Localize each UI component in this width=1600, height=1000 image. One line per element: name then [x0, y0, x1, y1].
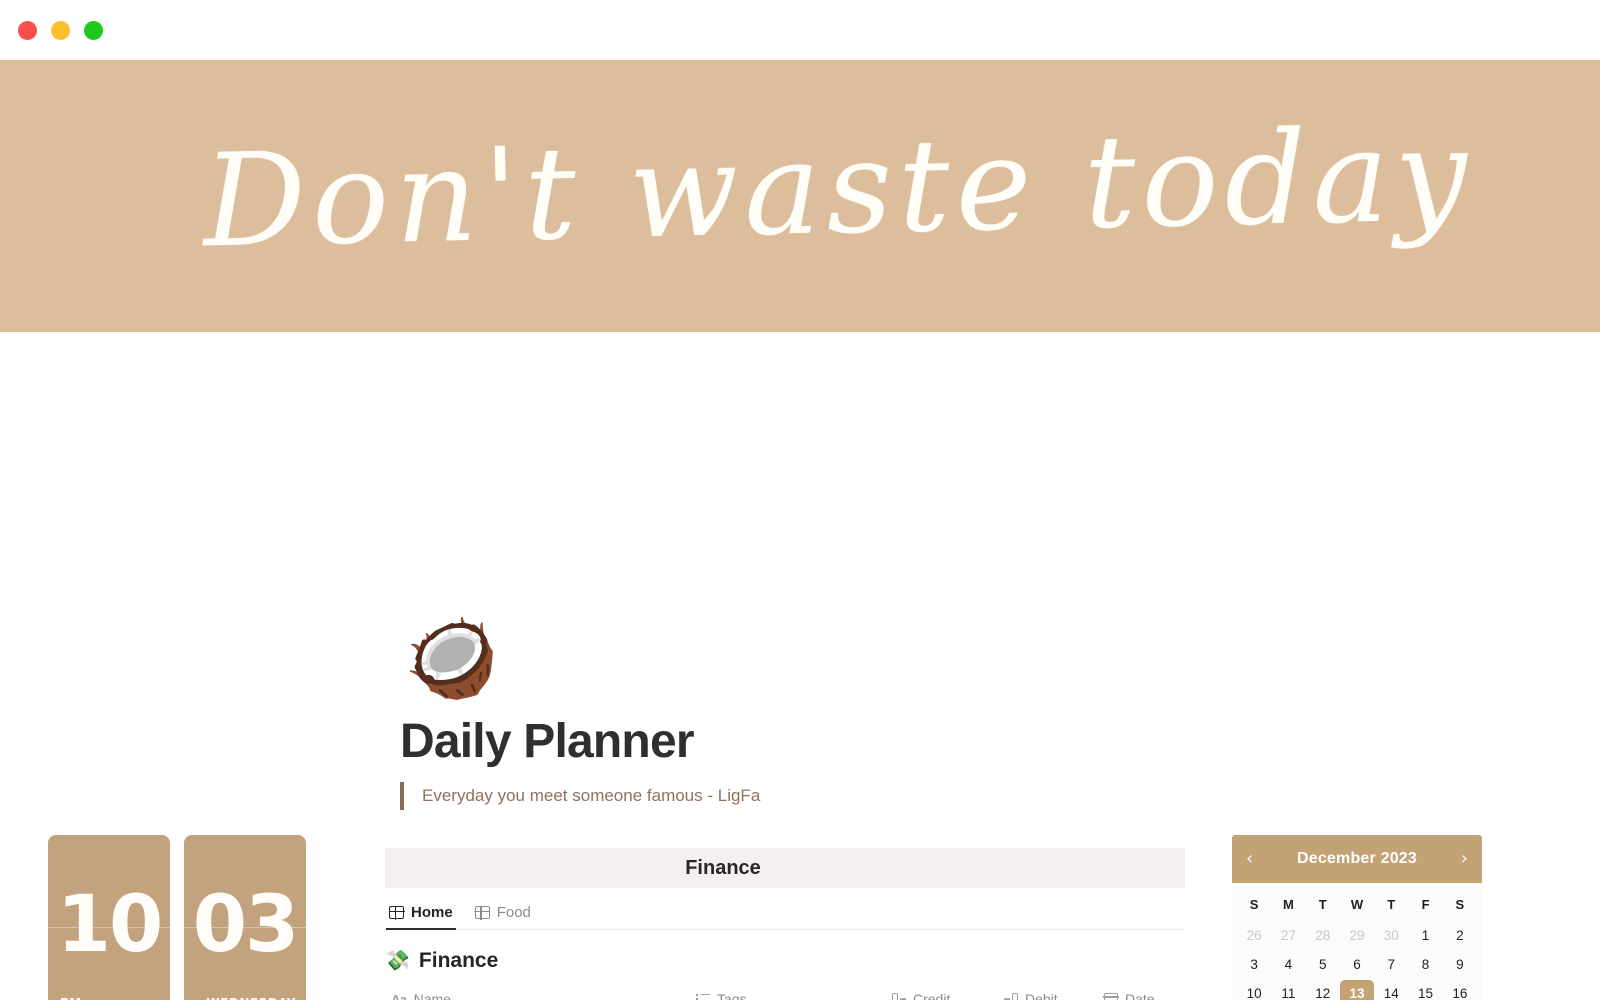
finance-table: Aa Name Tags Credit Debit Date [385, 985, 1186, 1000]
column-header-name-label: Name [413, 991, 451, 1000]
calendar-prev-month-button[interactable]: ‹ [1246, 850, 1253, 868]
column-header-debit[interactable]: Debit [998, 985, 1098, 1000]
minimize-window-button[interactable] [51, 20, 70, 40]
quote-text: Everyday you meet someone famous - LigFa [422, 786, 761, 805]
right-column: ‹ December 2023 › S M T W T F S 26 27 28… [1232, 835, 1520, 1000]
column-header-name[interactable]: Aa Name [385, 985, 690, 1000]
calendar-day[interactable]: 27 [1271, 922, 1305, 949]
calendar-day[interactable]: 5 [1306, 951, 1340, 978]
quote-callout: Everyday you meet someone famous - LigFa [400, 782, 760, 810]
tab-home-label: Home [411, 904, 453, 921]
calendar-day[interactable]: 30 [1374, 922, 1408, 949]
tab-home[interactable]: Home [386, 904, 456, 930]
table-grid-icon [474, 905, 491, 920]
zoom-window-button[interactable] [84, 20, 103, 40]
finance-section-band: Finance [385, 848, 1185, 888]
quote-bar [400, 782, 404, 810]
flip-clock-widget: 10 PM 03 WEDNESDAY [48, 835, 336, 1000]
date-property-icon [1103, 992, 1119, 1000]
calendar-day[interactable]: 28 [1306, 922, 1340, 949]
calendar-dow: S [1455, 897, 1465, 912]
calendar-dow: T [1387, 897, 1396, 912]
column-header-tags[interactable]: Tags [690, 985, 886, 1000]
multiselect-property-icon [696, 993, 710, 1000]
traffic-lights [18, 20, 103, 40]
calendar-grid: S M T W T F S 26 27 28 29 30 1 2 3 4 5 6… [1232, 883, 1482, 1000]
calendar-day[interactable]: 15 [1408, 980, 1442, 1000]
calendar-dow: S [1249, 897, 1259, 912]
calendar-header: ‹ December 2023 › [1232, 835, 1482, 883]
calendar-day[interactable]: 16 [1443, 980, 1477, 1000]
clock-meridiem: PM [60, 996, 82, 1000]
calendar-day[interactable]: 29 [1340, 922, 1374, 949]
clock-weekday: WEDNESDAY [206, 996, 296, 1000]
calendar-day-today[interactable]: 13 [1339, 980, 1375, 1000]
calendar-next-month-button[interactable]: › [1461, 850, 1468, 868]
clock-hour-card: 10 PM [48, 835, 170, 1000]
calendar-day[interactable]: 8 [1408, 951, 1442, 978]
column-header-date-label: Date [1125, 991, 1155, 1000]
column-header-tags-label: Tags [717, 991, 747, 1000]
calendar-day[interactable]: 7 [1374, 951, 1408, 978]
calendar-day[interactable]: 9 [1443, 951, 1477, 978]
calendar-dow: F [1421, 897, 1430, 912]
calendar-day[interactable]: 12 [1306, 980, 1340, 1000]
calendar-widget: ‹ December 2023 › S M T W T F S 26 27 28… [1232, 835, 1482, 1000]
clock-minute-card: 03 WEDNESDAY [184, 835, 306, 1000]
table-header-row: Aa Name Tags Credit Debit Date [385, 985, 1185, 1000]
calendar-dow: M [1283, 897, 1294, 912]
column-header-credit-label: Credit [913, 991, 951, 1000]
banner-script-text: Don't waste today [201, 100, 1475, 277]
calendar-month-title: December 2023 [1296, 850, 1417, 867]
debit-property-icon [1004, 992, 1018, 1000]
calendar-day[interactable]: 14 [1374, 980, 1408, 1000]
text-property-icon: Aa [391, 991, 407, 1000]
calendar-day[interactable]: 11 [1271, 980, 1305, 1000]
calendar-dow: W [1350, 897, 1364, 912]
tab-food[interactable]: Food [474, 904, 531, 929]
center-column: Finance Home Food 💸 Finance Aa Name Tags… [385, 848, 1185, 1000]
page-cover-banner: Don't waste today [0, 60, 1600, 332]
page-title: Daily Planner [400, 715, 695, 768]
calendar-dow: T [1318, 897, 1327, 912]
close-window-button[interactable] [18, 20, 37, 40]
table-grid-icon [388, 905, 405, 920]
calendar-day[interactable]: 1 [1408, 922, 1442, 949]
money-icon: 💸 [385, 950, 410, 972]
left-column: 10 PM 03 WEDNESDAY Leisure Personal [48, 835, 336, 1000]
window-titlebar [0, 0, 1600, 60]
calendar-day[interactable]: 2 [1443, 922, 1477, 949]
database-tabs: Home Food [385, 888, 1185, 930]
column-header-date[interactable]: Date [1098, 985, 1185, 1000]
finance-database-title-label: Finance [418, 948, 499, 972]
calendar-day[interactable]: 4 [1271, 951, 1305, 978]
calendar-day[interactable]: 3 [1237, 951, 1271, 978]
tab-food-label: Food [496, 904, 531, 921]
finance-section-title: Finance [685, 856, 761, 879]
finance-database-title: 💸 Finance [385, 948, 1185, 973]
credit-property-icon [892, 992, 906, 1000]
clock-hour-value: 10 [56, 880, 164, 971]
clock-minute-value: 03 [192, 880, 300, 971]
column-header-debit-label: Debit [1025, 991, 1058, 1000]
calendar-day[interactable]: 10 [1237, 980, 1271, 1000]
column-header-credit[interactable]: Credit [886, 985, 998, 1000]
coconut-icon[interactable]: 🥥 [404, 616, 499, 702]
calendar-day[interactable]: 6 [1340, 951, 1374, 978]
calendar-day[interactable]: 26 [1237, 922, 1271, 949]
